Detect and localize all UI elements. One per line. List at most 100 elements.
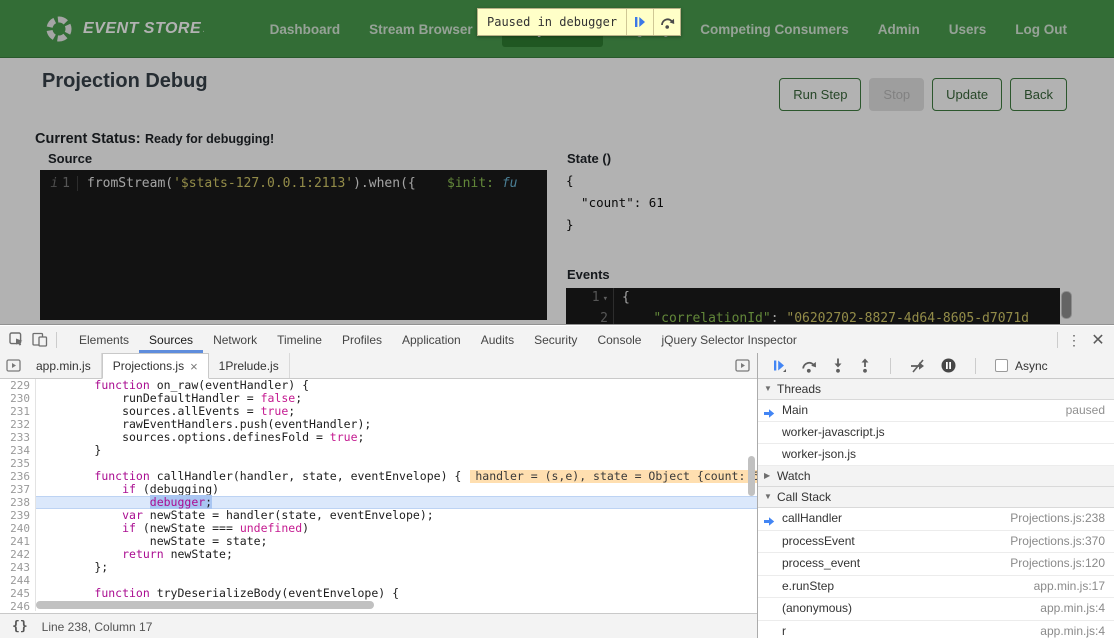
code-token: ) xyxy=(302,521,309,535)
line-number[interactable]: 233 xyxy=(0,431,36,444)
line-number[interactable]: 245 xyxy=(0,587,36,600)
code-token: true xyxy=(261,404,289,418)
tab-sources[interactable]: Sources xyxy=(139,326,203,353)
code-editor[interactable]: 229 function on_raw(eventHandler) {230 r… xyxy=(0,379,757,611)
tab-console[interactable]: Console xyxy=(587,326,651,353)
code-line-233[interactable]: 233 sources.options.definesFold = true; xyxy=(0,431,757,444)
tab-profiles[interactable]: Profiles xyxy=(332,326,392,353)
tab-security[interactable]: Security xyxy=(524,326,587,353)
device-toolbar-button[interactable] xyxy=(28,328,52,352)
code-line-242[interactable]: 242 return newState; xyxy=(0,548,757,561)
resume-script-button[interactable] xyxy=(773,359,786,372)
toggle-preview-button[interactable] xyxy=(729,359,755,372)
line-number[interactable]: 241 xyxy=(0,535,36,548)
editor-vertical-scrollbar[interactable] xyxy=(748,456,755,496)
code-line-245[interactable]: 245 function tryDeserializeBody(eventEnv… xyxy=(0,587,757,600)
pause-on-exceptions-icon xyxy=(941,358,956,373)
resume-icon xyxy=(634,16,646,28)
thread-name: worker-json.js xyxy=(782,447,856,461)
devtools-tabs: ElementsSourcesNetworkTimelineProfilesAp… xyxy=(69,326,807,353)
stack-frame--anonymous-[interactable]: app.min.js:4(anonymous) xyxy=(758,598,1114,621)
line-number[interactable]: 232 xyxy=(0,418,36,431)
stack-frame-processevent[interactable]: Projections.js:370 processEvent xyxy=(758,531,1114,554)
devtools-panel: ElementsSourcesNetworkTimelineProfilesAp… xyxy=(0,324,1114,638)
step-into-button[interactable] xyxy=(832,358,844,373)
tab-elements[interactable]: Elements xyxy=(69,326,139,353)
browser-page: EVENT STORE. DashboardStream BrowserProj… xyxy=(0,0,1114,324)
step-out-button[interactable] xyxy=(859,358,871,373)
screen: EVENT STORE. DashboardStream BrowserProj… xyxy=(0,0,1114,638)
async-checkbox[interactable] xyxy=(995,359,1008,372)
code-token xyxy=(39,495,150,509)
thread-row-worker-json-js[interactable]: worker-json.js xyxy=(758,444,1114,466)
watch-section-header[interactable]: ▶ Watch xyxy=(758,466,1114,487)
code-token: (newState === xyxy=(136,521,240,535)
stack-frame-process-event[interactable]: Projections.js:120process_event xyxy=(758,553,1114,576)
frame-location: Projections.js:370 xyxy=(1010,531,1114,553)
file-tab-projections.js[interactable]: Projections.js× xyxy=(102,353,209,379)
inspect-element-button[interactable] xyxy=(4,328,28,352)
tab-application[interactable]: Application xyxy=(392,326,471,353)
controls-separator xyxy=(975,358,976,374)
line-number[interactable]: 238 xyxy=(0,496,36,509)
line-number[interactable]: 243 xyxy=(0,561,36,574)
file-tab-app.min.js[interactable]: app.min.js xyxy=(26,353,102,378)
tab-jquery-selector-inspector[interactable]: jQuery Selector Inspector xyxy=(651,326,806,353)
stack-frame-r[interactable]: app.min.js:4r xyxy=(758,621,1114,638)
tab-timeline[interactable]: Timeline xyxy=(267,326,332,353)
thread-row-worker-javascript-js[interactable]: worker-javascript.js xyxy=(758,422,1114,444)
code-token: ; xyxy=(205,495,212,509)
thread-name: Main xyxy=(782,403,808,417)
overflow-menu-button[interactable]: ⋮ xyxy=(1062,328,1086,352)
frame-function-name: processEvent xyxy=(782,534,855,548)
tab-network[interactable]: Network xyxy=(203,326,267,353)
line-number[interactable]: 235 xyxy=(0,457,36,470)
controls-separator xyxy=(890,358,891,374)
pause-on-exceptions-button[interactable] xyxy=(941,358,956,373)
line-number[interactable]: 246 xyxy=(0,600,36,611)
code-line-243[interactable]: 243 }; xyxy=(0,561,757,574)
line-number[interactable]: 229 xyxy=(0,379,36,392)
toolbar-separator xyxy=(1057,332,1058,348)
threads-section-header[interactable]: ▼ Threads xyxy=(758,379,1114,400)
step-over-button[interactable] xyxy=(801,359,817,373)
deactivate-breakpoints-icon xyxy=(910,359,926,373)
line-number[interactable]: 230 xyxy=(0,392,36,405)
code-text: sources.options.definesFold = true; xyxy=(36,431,757,444)
line-number[interactable]: 240 xyxy=(0,522,36,535)
code-text: }; xyxy=(36,561,757,574)
line-number[interactable]: 237 xyxy=(0,483,36,496)
line-number[interactable]: 231 xyxy=(0,405,36,418)
pretty-print-button[interactable]: {} xyxy=(12,619,28,634)
code-token: ; xyxy=(288,404,295,418)
file-tab-1prelude.js[interactable]: 1Prelude.js xyxy=(209,353,290,378)
line-number[interactable]: 236 xyxy=(0,470,36,483)
stack-frame-e-runstep[interactable]: app.min.js:17e.runStep xyxy=(758,576,1114,599)
code-token xyxy=(39,508,122,522)
thread-row-main[interactable]: pausedMain xyxy=(758,400,1114,422)
paused-dim-overlay xyxy=(0,0,1114,324)
code-token: runDefaultHandler = xyxy=(39,391,261,405)
close-tab-icon[interactable]: × xyxy=(190,359,198,374)
overlay-step-over-button[interactable] xyxy=(653,9,680,35)
toolbar-separator xyxy=(56,332,57,348)
toggle-navigator-button[interactable] xyxy=(0,353,26,378)
frame-function-name: (anonymous) xyxy=(782,601,852,615)
code-token: undefined xyxy=(240,521,302,535)
code-text: function tryDeserializeBody(eventEnvelop… xyxy=(36,587,757,600)
stack-frame-callhandler[interactable]: Projections.js:238callHandler xyxy=(758,508,1114,531)
inspect-cursor-icon xyxy=(9,332,24,347)
line-number[interactable]: 234 xyxy=(0,444,36,457)
threads-list: pausedMainworker-javascript.js worker-jso… xyxy=(758,400,1114,466)
tab-audits[interactable]: Audits xyxy=(471,326,524,353)
close-devtools-button[interactable]: ✕ xyxy=(1086,328,1110,352)
code-line-234[interactable]: 234 } xyxy=(0,444,757,457)
overlay-resume-button[interactable] xyxy=(626,9,653,35)
editor-horizontal-scrollbar[interactable] xyxy=(36,601,374,609)
line-number[interactable]: 244 xyxy=(0,574,36,587)
deactivate-breakpoints-button[interactable] xyxy=(910,359,926,373)
editor-status-bar: {} Line 238, Column 17 xyxy=(0,613,757,638)
call-stack-section-header[interactable]: ▼ Call Stack xyxy=(758,487,1114,508)
line-number[interactable]: 239 xyxy=(0,509,36,522)
line-number[interactable]: 242 xyxy=(0,548,36,561)
